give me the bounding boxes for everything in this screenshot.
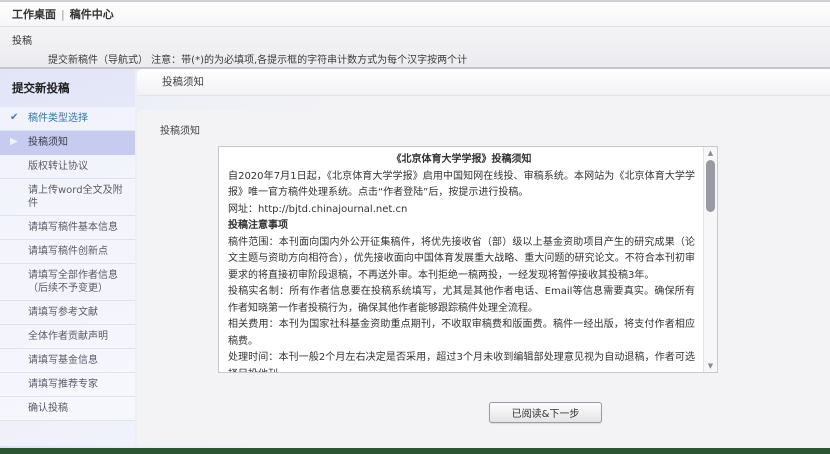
submit-band-title: 投稿 — [0, 27, 830, 47]
notice-paragraph: 投稿实名制：所有作者信息要在投稿系统填写，尤其是其他作者电话、Email等信息需… — [228, 284, 695, 317]
sidebar-item-label: 投稿须知 — [28, 137, 68, 148]
main-area: 投稿须知 投稿须知 《北京体育大学学报》投稿须知自2020年7月1日起，《北京体… — [135, 69, 830, 446]
notice-paragraph: 《北京体育大学学报》投稿须知 — [228, 152, 695, 169]
breadcrumb: 工作桌面 | 稿件中心 — [0, 0, 830, 27]
read-and-next-button[interactable]: 已阅读&下一步 — [489, 402, 602, 423]
breadcrumb-workspace[interactable]: 工作桌面 — [12, 6, 56, 22]
breadcrumb-manuscript-center[interactable]: 稿件中心 — [70, 6, 114, 22]
sidebar-item[interactable]: 确认投稿 — [0, 397, 135, 421]
sidebar-item[interactable]: 请上传word全文及附件 — [0, 179, 135, 216]
notice-paragraph: 投稿注意事项 — [228, 218, 695, 235]
sidebar-title: 提交新投稿 — [0, 80, 135, 96]
sidebar-item-label: 请填写稿件创新点 — [28, 246, 108, 257]
submit-band: 投稿 提交新稿件（导航式） 注意：带(*)的为必填项,各提示框的字符串计数方式为… — [0, 27, 830, 69]
sidebar-item-label: 请填写基金信息 — [28, 355, 98, 366]
sidebar-item-label: 稿件类型选择 — [28, 113, 88, 124]
sidebar-item[interactable]: 版权转让协议 — [0, 155, 135, 179]
breadcrumb-separator: | — [61, 8, 65, 21]
sidebar-item[interactable]: 请填写参考文献 — [0, 301, 135, 325]
check-icon: ✔ — [10, 111, 18, 124]
scroll-down-icon[interactable]: ▼ — [704, 360, 717, 372]
sidebar-item-label: 全体作者贡献声明 — [28, 331, 108, 342]
scrollbar[interactable]: ▲ ▼ — [703, 147, 717, 372]
content-row: 提交新投稿 ✔ 稿件类型选择 ▶ 投稿须知版权转让协议请上传word全文及附件请填写稿… — [0, 69, 830, 446]
sidebar-item-label: 请填写参考文献 — [28, 307, 98, 318]
scrollbar-thumb[interactable] — [706, 160, 715, 212]
sidebar-item[interactable]: 请填写稿件创新点 — [0, 240, 135, 264]
page-title: 投稿须知 — [137, 69, 830, 96]
sidebar-step-list: ✔稿件类型选择▶投稿须知版权转让协议请上传word全文及附件请填写稿件基本信息请… — [0, 107, 135, 421]
submit-band-note: 提交新稿件（导航式） 注意：带(*)的为必填项,各提示框的字符串计数方式为每个汉… — [0, 47, 830, 66]
sidebar-item[interactable]: 全体作者贡献声明 — [0, 325, 135, 349]
notice-paragraph: 自2020年7月1日起，《北京体育大学学报》启用中国知网在线投、审稿系统。本网站… — [228, 169, 695, 202]
sidebar-item[interactable]: ✔ 稿件类型选择 — [0, 107, 135, 131]
sidebar-item-label: 请填写推荐专家 — [28, 379, 98, 390]
notice-paragraph: 稿件范围：本刊面向国内外公开征集稿件，将优先接收省（部）级以上基金资助项目产生的… — [228, 235, 695, 285]
notice-paragraph: 相关费用：本刊为国家社科基金资助重点期刊，不收取审稿费和版面费。稿件一经出版，将… — [228, 317, 695, 350]
notice-paragraph: 处理时间：本刊一般2个月左右决定是否采用，超过3个月未收到编辑部处理意见视为自动… — [228, 350, 695, 373]
notice-textbox[interactable]: 《北京体育大学学报》投稿须知自2020年7月1日起，《北京体育大学学报》启用中国… — [218, 146, 718, 373]
sidebar-item-label: 请填写全部作者信息（后续不予变更） — [28, 270, 118, 294]
notice-paragraph: 网址：http://bjtd.chinajournal.net.cn — [228, 202, 695, 219]
notice-panel: 投稿须知 《北京体育大学学报》投稿须知自2020年7月1日起，《北京体育大学学报… — [137, 110, 830, 446]
sidebar-item[interactable]: 请填写基金信息 — [0, 349, 135, 373]
sidebar-item[interactable]: 请填写推荐专家 — [0, 373, 135, 397]
play-icon: ▶ — [10, 135, 18, 148]
notice-section-label: 投稿须知 — [137, 110, 830, 137]
sidebar-item-label: 版权转让协议 — [28, 161, 88, 172]
sidebar-item-label: 请上传word全文及附件 — [28, 185, 123, 209]
sidebar-item[interactable]: ▶ 投稿须知 — [0, 131, 135, 155]
sidebar-item[interactable]: 请填写全部作者信息（后续不予变更） — [0, 264, 135, 301]
scroll-up-icon[interactable]: ▲ — [704, 147, 717, 159]
notice-text: 《北京体育大学学报》投稿须知自2020年7月1日起，《北京体育大学学报》启用中国… — [228, 152, 695, 373]
sidebar: 提交新投稿 ✔ 稿件类型选择 ▶ 投稿须知版权转让协议请上传word全文及附件请填写稿… — [0, 69, 135, 446]
footer-bar — [0, 448, 830, 454]
sidebar-item[interactable]: 请填写稿件基本信息 — [0, 216, 135, 240]
sidebar-item-label: 确认投稿 — [28, 403, 68, 414]
sidebar-item-label: 请填写稿件基本信息 — [28, 222, 118, 233]
